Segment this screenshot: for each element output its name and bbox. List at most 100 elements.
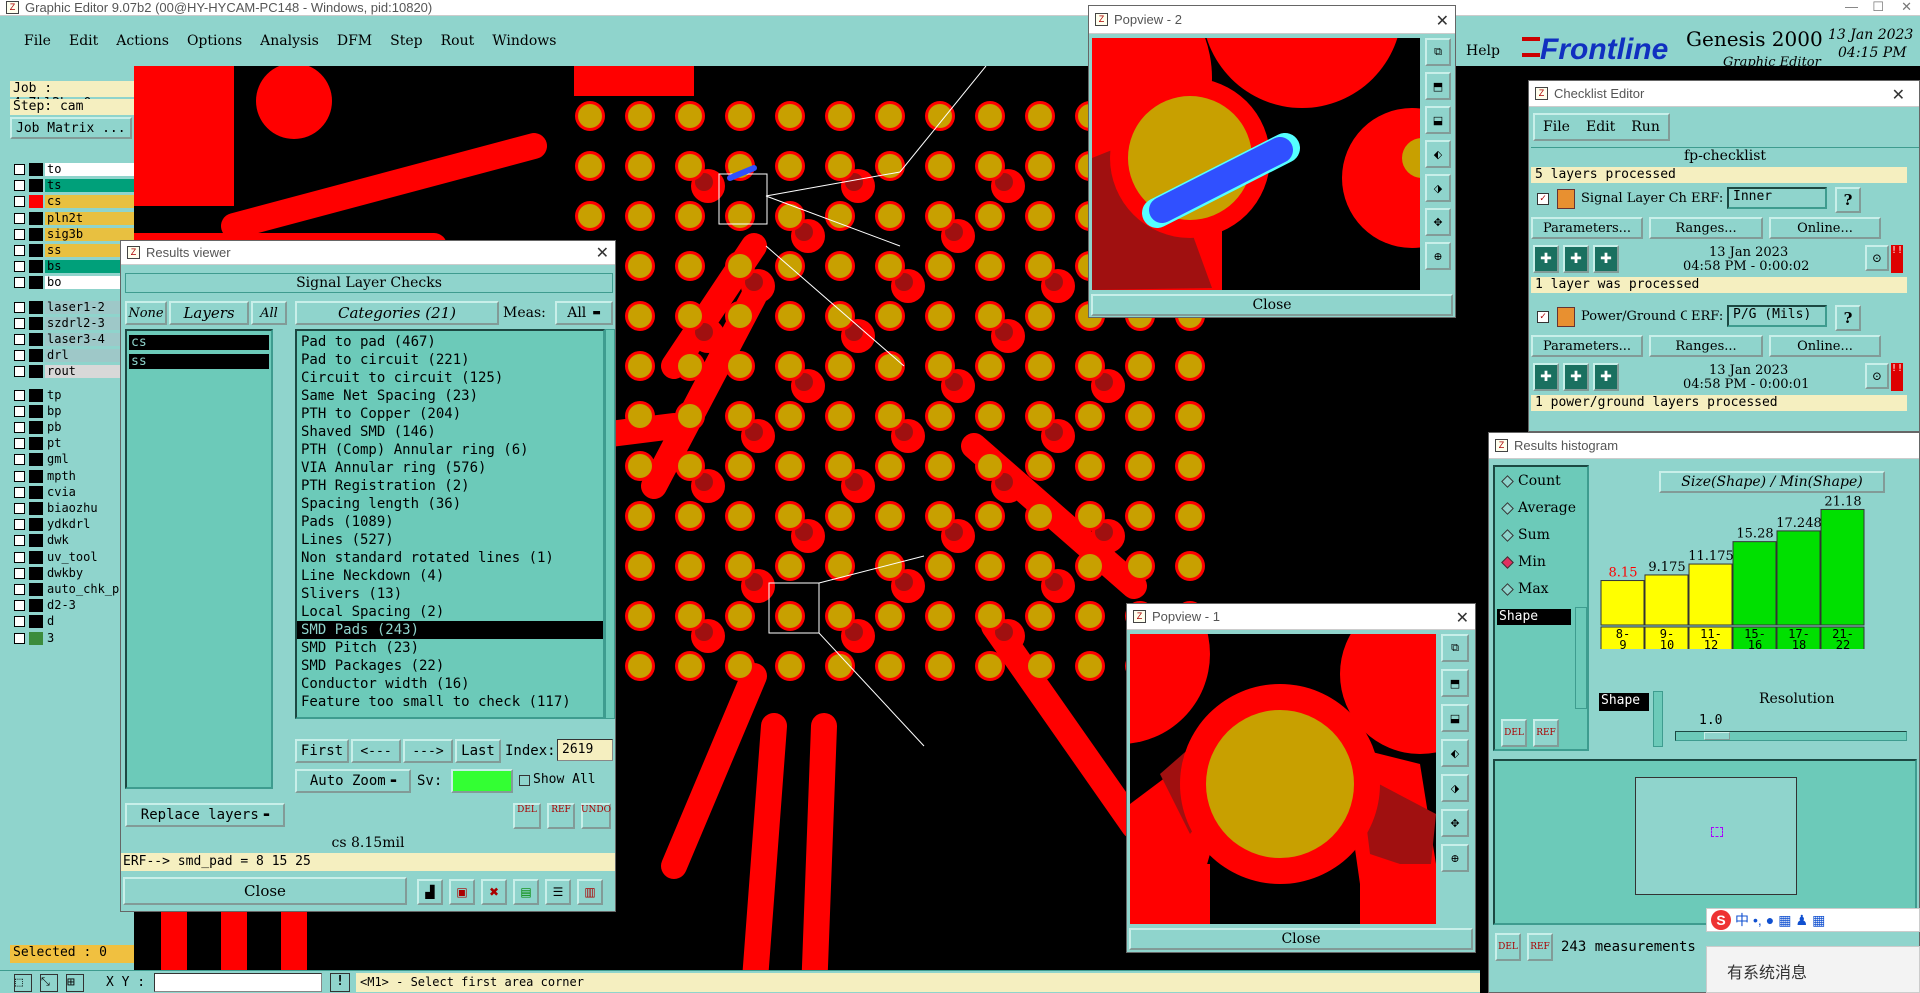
meas-dropdown[interactable]: All ▬ xyxy=(555,301,613,325)
popview-1-canvas[interactable] xyxy=(1130,634,1436,924)
checklist-menu-file[interactable]: File xyxy=(1543,119,1570,135)
layer-color-swatch[interactable] xyxy=(29,534,43,548)
layers-button[interactable]: Layers xyxy=(169,301,249,325)
layer-row-laser3-4[interactable]: laser3-4 xyxy=(10,332,134,347)
skin-icon[interactable]: ♟ xyxy=(1796,912,1809,929)
histogram-bar[interactable] xyxy=(1776,530,1821,626)
layer-checkbox[interactable] xyxy=(14,212,25,224)
zoom-out-icon[interactable]: ⬓ xyxy=(1441,704,1469,732)
pan-icon[interactable]: ⤡ xyxy=(40,974,58,992)
zoom-in-icon[interactable]: ⬒ xyxy=(1441,669,1469,697)
layer-name[interactable]: pln2t xyxy=(45,211,134,225)
layer-row-cs[interactable]: cs xyxy=(10,194,134,209)
histogram-bar[interactable] xyxy=(1600,580,1645,626)
results-viewer-titlebar[interactable]: Z Results viewer ✕ xyxy=(121,241,615,265)
layer-results-list[interactable]: cs ss xyxy=(125,329,273,789)
layer-color-swatch[interactable] xyxy=(29,550,43,564)
layer-row-laser1-2[interactable]: laser1-2 xyxy=(10,300,134,315)
layer-checkbox[interactable] xyxy=(14,261,25,273)
category-item[interactable]: Pads (1089) xyxy=(297,513,603,531)
popview-1-titlebar[interactable]: Z Popview - 1 ✕ xyxy=(1127,604,1475,630)
layer-row-auto_chk_p[interactable]: auto_chk_p xyxy=(10,582,134,597)
run-action-icon[interactable]: ✚ xyxy=(1533,245,1559,273)
shape-scrollbar[interactable] xyxy=(1575,607,1587,709)
layer-row-uv_tool[interactable]: uv_tool xyxy=(10,550,134,565)
category-item[interactable]: Local Spacing (2) xyxy=(297,603,603,621)
close-icon[interactable]: ✕ xyxy=(1456,608,1469,628)
mic-icon[interactable]: ● xyxy=(1766,912,1774,928)
layer-checkbox[interactable] xyxy=(14,551,25,563)
resolution-slider[interactable] xyxy=(1675,731,1907,741)
ranges-button[interactable]: Ranges... xyxy=(1649,217,1763,239)
zoom-in-icon[interactable]: ⬒ xyxy=(1425,72,1451,100)
layer-checkbox[interactable] xyxy=(14,405,25,417)
layer-color-swatch[interactable] xyxy=(29,349,43,363)
none-button[interactable]: None xyxy=(125,301,167,325)
layer-row-ss[interactable]: ss xyxy=(10,243,134,258)
layer-row-bo[interactable]: bo xyxy=(10,275,134,290)
layer-row-drl[interactable]: drl xyxy=(10,348,134,363)
histogram-bar[interactable] xyxy=(1820,508,1865,626)
layer-checkbox[interactable] xyxy=(14,486,25,498)
layer-color-swatch[interactable] xyxy=(29,260,43,274)
layer-checkbox[interactable] xyxy=(14,245,25,256)
layer-color-swatch[interactable] xyxy=(29,453,43,467)
ref-button[interactable]: REF xyxy=(547,803,575,829)
auto-zoom-dropdown[interactable]: Auto Zoom ▬ xyxy=(295,769,411,793)
run-action-icon[interactable]: ✚ xyxy=(1563,363,1589,391)
checklist-titlebar[interactable]: Z Checklist Editor ✕ xyxy=(1529,81,1919,107)
menu-options[interactable]: Options xyxy=(187,33,242,49)
category-item[interactable]: PTH Registration (2) xyxy=(297,477,603,495)
category-item[interactable]: Conductor width (16) xyxy=(297,675,603,693)
layer-row-cvia[interactable]: cvia xyxy=(10,485,134,500)
mode-average[interactable]: Average xyxy=(1501,500,1576,516)
xy-input[interactable] xyxy=(154,973,322,992)
layer-checkbox[interactable] xyxy=(14,600,25,612)
ime-toolbar[interactable]: S 中 •, ● ▦ ♟ ▦ xyxy=(1706,908,1920,932)
category-item[interactable]: PTH (Comp) Annular ring (6) xyxy=(297,441,603,459)
layer-row-3[interactable]: 3 xyxy=(10,631,134,646)
layer-checkbox[interactable] xyxy=(14,438,25,450)
layer-row-pb[interactable]: pb xyxy=(10,420,134,435)
results-close-button[interactable]: Close xyxy=(123,877,407,905)
layer-checkbox[interactable] xyxy=(14,535,25,547)
zoom-fit-icon[interactable]: ⧉ xyxy=(1441,634,1469,662)
layer-color-swatch[interactable] xyxy=(29,437,43,451)
zoom-icon[interactable]: ⬚ xyxy=(14,974,32,992)
close-icon[interactable]: ✕ xyxy=(1436,11,1449,31)
layer-row-dwkby[interactable]: dwkby xyxy=(10,566,134,581)
job-matrix-button[interactable]: Job Matrix ... xyxy=(10,117,132,139)
layer-row-bp[interactable]: bp xyxy=(10,404,134,419)
category-item[interactable]: VIA Annular ring (576) xyxy=(297,459,603,477)
layer-row-szdrl2-3[interactable]: szdrl2-3 xyxy=(10,316,134,331)
apps-icon[interactable]: ▦ xyxy=(1812,912,1825,929)
category-item[interactable]: SMD Packages (22) xyxy=(297,657,603,675)
layer-row-d[interactable]: d xyxy=(10,614,134,629)
close-app-button[interactable]: ✕ xyxy=(1901,0,1912,15)
menu-rout[interactable]: Rout xyxy=(441,33,475,49)
layer-row-d2-3[interactable]: d2-3 xyxy=(10,598,134,613)
layer-color-swatch[interactable] xyxy=(29,518,43,532)
layer-checkbox[interactable] xyxy=(14,454,25,466)
all-button[interactable]: All xyxy=(251,301,287,325)
layer-color-swatch[interactable] xyxy=(29,404,43,418)
center-icon[interactable]: ✥ xyxy=(1441,809,1469,837)
histogram-scroll-v[interactable] xyxy=(1653,691,1663,747)
layer-row-pln2t[interactable]: pln2t xyxy=(10,211,134,226)
center-icon[interactable]: ✥ xyxy=(1425,208,1451,236)
slider-thumb[interactable] xyxy=(1704,732,1730,740)
layer-row-gml[interactable]: gml xyxy=(10,452,134,467)
pan-left-icon[interactable]: ⬖ xyxy=(1425,140,1451,168)
layer-color-swatch[interactable] xyxy=(29,365,43,379)
online-button[interactable]: Online... xyxy=(1769,217,1881,239)
layer-color-swatch[interactable] xyxy=(29,300,43,314)
category-item[interactable]: Non standard rotated lines (1) xyxy=(297,549,603,567)
layer-checkbox[interactable] xyxy=(14,228,25,240)
layer-color-swatch[interactable] xyxy=(29,388,43,402)
layer-checkbox[interactable] xyxy=(14,334,25,345)
layer-color-swatch[interactable] xyxy=(29,333,43,346)
minimap-ref-button[interactable]: REF xyxy=(1527,933,1553,961)
warning-icon[interactable]: ! xyxy=(330,973,350,992)
show-all-checkbox[interactable] xyxy=(519,775,530,786)
layer-checkbox[interactable] xyxy=(14,277,25,289)
